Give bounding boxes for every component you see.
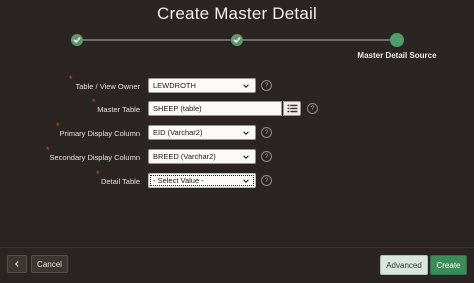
required-marker: * bbox=[96, 169, 100, 179]
wizard-connector bbox=[237, 39, 397, 41]
wizard-connector bbox=[77, 39, 237, 41]
wizard-step-3-current bbox=[390, 33, 404, 47]
detail-table-label: Detail Table bbox=[100, 177, 140, 186]
dialog-title: Create Master Detail bbox=[157, 4, 317, 23]
required-marker: * bbox=[92, 97, 96, 107]
required-marker: * bbox=[69, 74, 73, 84]
detail-table-select[interactable]: - Select Value - bbox=[148, 173, 256, 188]
table-owner-label: Table / View Owner bbox=[75, 82, 140, 91]
help-icon[interactable]: ? bbox=[261, 175, 272, 186]
master-table-label: Master Table bbox=[97, 105, 140, 114]
secondary-display-select[interactable]: BREED (Varchar2) bbox=[148, 149, 256, 164]
detail-table-value: - Select Value - bbox=[153, 176, 204, 185]
master-table-row: * Master Table SHEEP (table) ? bbox=[0, 97, 474, 119]
primary-display-select[interactable]: EID (Varchar2) bbox=[148, 125, 256, 140]
create-button[interactable]: Create bbox=[430, 255, 467, 275]
master-table-input[interactable]: SHEEP (table) bbox=[148, 101, 282, 116]
table-owner-value: LEWDROTH bbox=[153, 81, 196, 90]
help-icon[interactable]: ? bbox=[261, 151, 272, 162]
help-icon[interactable]: ? bbox=[261, 127, 272, 138]
chevron-down-icon bbox=[243, 155, 249, 159]
wizard-step-1-complete bbox=[71, 34, 83, 46]
footer-divider bbox=[0, 247, 474, 248]
primary-display-row: * Primary Display Column EID (Varchar2) … bbox=[0, 121, 474, 143]
chevron-down-icon bbox=[243, 131, 249, 135]
help-icon[interactable]: ? bbox=[307, 103, 318, 114]
back-button[interactable] bbox=[7, 255, 27, 273]
wizard-step-2-complete bbox=[231, 34, 243, 46]
advanced-button[interactable]: Advanced bbox=[380, 255, 428, 275]
primary-display-value: EID (Varchar2) bbox=[153, 128, 203, 137]
check-icon bbox=[233, 37, 241, 43]
table-owner-row: * Table / View Owner LEWDROTH ? bbox=[0, 74, 474, 96]
detail-table-row: * Detail Table - Select Value - ? bbox=[0, 169, 474, 191]
secondary-display-label: Secondary Display Column bbox=[49, 153, 140, 162]
chevron-left-icon bbox=[14, 261, 19, 267]
cancel-button[interactable]: Cancel bbox=[31, 255, 68, 273]
secondary-display-value: BREED (Varchar2) bbox=[153, 152, 216, 161]
master-table-value: SHEEP (table) bbox=[153, 104, 202, 113]
wizard-step-3-label: Master Detail Source bbox=[357, 51, 437, 60]
chevron-down-icon bbox=[243, 84, 249, 88]
create-master-detail-dialog: Create Master Detail Master Detail Sourc… bbox=[0, 0, 474, 283]
help-icon[interactable]: ? bbox=[261, 80, 272, 91]
list-of-values-button[interactable] bbox=[283, 101, 301, 116]
secondary-display-row: * Secondary Display Column BREED (Varcha… bbox=[0, 145, 474, 167]
list-icon bbox=[287, 104, 297, 113]
primary-display-label: Primary Display Column bbox=[59, 129, 140, 138]
wizard-progress: Master Detail Source bbox=[0, 30, 474, 66]
table-owner-select[interactable]: LEWDROTH bbox=[148, 78, 256, 93]
chevron-down-icon bbox=[243, 179, 249, 183]
check-icon bbox=[73, 37, 81, 43]
